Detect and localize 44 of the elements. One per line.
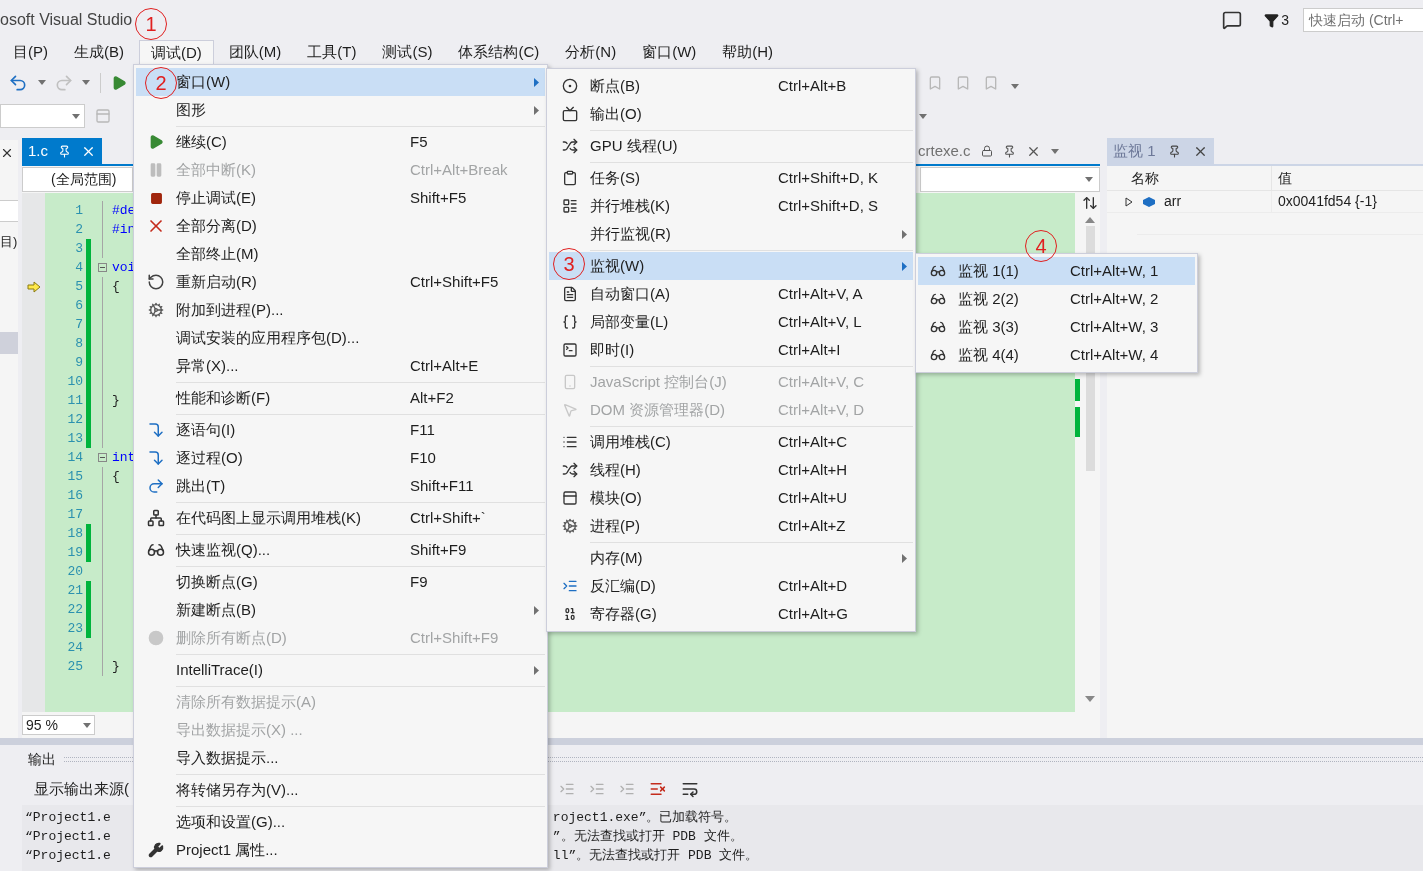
line-number: 5 bbox=[74, 277, 84, 296]
line-number: 3 bbox=[74, 239, 84, 258]
output-line: “Project1.e bbox=[25, 846, 111, 865]
line-number: 9 bbox=[74, 353, 84, 372]
notification-count: 3 bbox=[1281, 10, 1289, 30]
line-number: 8 bbox=[74, 334, 84, 353]
window-title: osoft Visual Studio bbox=[0, 10, 133, 30]
line-number: 6 bbox=[74, 296, 84, 315]
code-text: } bbox=[112, 391, 120, 410]
line-number: 21 bbox=[66, 581, 84, 600]
output-source-label: 显示输出来源( bbox=[34, 778, 129, 799]
code-text: voi bbox=[112, 258, 136, 277]
line-number: 13 bbox=[66, 429, 84, 448]
output-line: ”。无法查找或打开 PDB 文件。 bbox=[552, 827, 743, 846]
code-text: } bbox=[112, 657, 120, 676]
line-number: 15 bbox=[66, 467, 84, 486]
line-number: 10 bbox=[66, 372, 84, 391]
panel-fragment: 目) bbox=[0, 233, 18, 251]
panel-title: 输出 bbox=[28, 749, 56, 769]
line-number: 23 bbox=[66, 619, 84, 638]
line-number: 18 bbox=[66, 524, 84, 543]
output-line: ll”。无法查找或打开 PDB 文件。 bbox=[552, 846, 759, 865]
watch-name: arr bbox=[1164, 192, 1182, 211]
line-number: 19 bbox=[66, 543, 84, 562]
code-text: { bbox=[112, 467, 120, 486]
output-line: “Project1.e bbox=[25, 827, 111, 846]
output-line: “Project1.e bbox=[25, 808, 111, 827]
line-number: 2 bbox=[74, 220, 84, 239]
code-text: { bbox=[112, 277, 120, 296]
line-number: 17 bbox=[66, 505, 84, 524]
line-number: 11 bbox=[66, 391, 84, 410]
code-text: int bbox=[112, 448, 136, 467]
line-number: 24 bbox=[66, 638, 84, 657]
output-line: roject1.exe”。已加载符号。 bbox=[552, 808, 738, 827]
line-number: 14 bbox=[66, 448, 84, 467]
line-number: 4 bbox=[74, 258, 84, 277]
line-number: 20 bbox=[66, 562, 84, 581]
line-number: 22 bbox=[66, 600, 84, 619]
line-number: 12 bbox=[66, 410, 84, 429]
line-number: 25 bbox=[66, 657, 84, 676]
line-number: 16 bbox=[66, 486, 84, 505]
line-number: 7 bbox=[74, 315, 84, 334]
watch-value: 0x0041fd54 {-1} bbox=[1277, 192, 1377, 211]
line-number: 1 bbox=[74, 201, 84, 220]
